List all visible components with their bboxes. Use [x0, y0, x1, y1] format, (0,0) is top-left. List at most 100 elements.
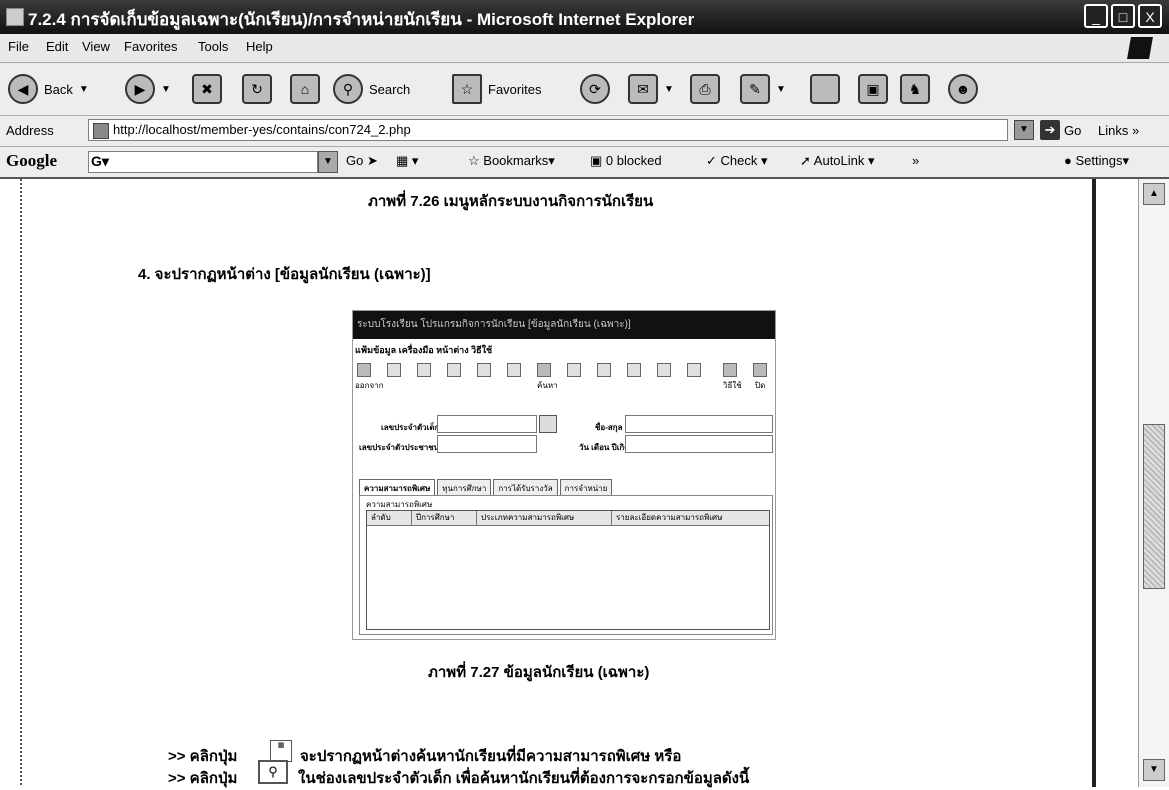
embedded-tab: ทุนการศึกษา	[437, 479, 492, 495]
embedded-toolbar-icon	[387, 363, 401, 377]
stop-icon: ✖	[192, 74, 222, 104]
google-go-button[interactable]: Go ➤	[346, 153, 378, 169]
forward-arrow-icon: ▶	[125, 74, 155, 104]
edit-button[interactable]: ✎ ▼	[740, 71, 786, 107]
google-dropdown-button[interactable]: ▼	[318, 151, 338, 173]
address-label: Address	[6, 123, 54, 138]
search-ability-button-icon: ▦	[270, 740, 292, 762]
minimize-button[interactable]: _	[1084, 4, 1108, 28]
research-icon: ▣	[858, 74, 888, 104]
embedded-help-icon	[723, 363, 737, 377]
favorites-button[interactable]: ☆ Favorites	[452, 71, 541, 107]
contacts-icon: ☻	[948, 74, 978, 104]
messenger-button[interactable]: ♞	[900, 71, 930, 107]
page-icon	[93, 123, 109, 139]
page-rank-icon[interactable]: ▦ ▾	[396, 153, 418, 169]
menu-edit[interactable]: Edit	[46, 39, 68, 54]
back-button[interactable]: ◀ Back ▼	[8, 71, 89, 107]
google-search-input[interactable]: G▾	[88, 151, 318, 173]
print-button[interactable]: ⎙	[690, 71, 720, 107]
history-button[interactable]: ⟳	[580, 71, 610, 107]
scroll-up-button[interactable]: ▲	[1143, 183, 1165, 205]
go-label: Go	[1064, 122, 1082, 138]
magnifier-button-icon: ⚲	[258, 760, 288, 784]
embedded-group-box: ความสามารถพิเศษ ลำดับ ปีการศึกษา ประเภทค…	[359, 495, 773, 635]
back-label: Back	[44, 81, 73, 97]
embedded-name-field	[625, 415, 773, 433]
chevron-down-icon: ▼	[776, 83, 786, 95]
autolink-button[interactable]: ➚ AutoLink ▾	[800, 153, 875, 169]
menu-help[interactable]: Help	[246, 39, 273, 54]
settings-label: Settings▾	[1075, 153, 1129, 168]
embedded-grid-column: ลำดับ	[367, 511, 412, 525]
google-go-label: Go	[346, 153, 364, 168]
history-icon: ⟳	[580, 74, 610, 104]
embedded-field-label: วัน เดือน ปีเกิด	[579, 443, 630, 452]
maximize-button[interactable]: □	[1111, 4, 1135, 28]
menu-tools[interactable]: Tools	[198, 39, 228, 54]
scroll-down-button[interactable]: ▼	[1143, 759, 1165, 781]
embedded-icon-label: ออกจาก	[355, 381, 384, 390]
embedded-toolbar-icon	[597, 363, 611, 377]
embedded-toolbar-icon	[687, 363, 701, 377]
home-icon: ⌂	[290, 74, 320, 104]
bookmarks-button[interactable]: ☆ Bookmarks▾	[468, 153, 555, 169]
embedded-search-button	[539, 415, 557, 433]
research-button[interactable]: ▣	[858, 71, 888, 107]
window-title: 7.2.4 การจัดเก็บข้อมูลเฉพาะ(นักเรียน)/กา…	[28, 10, 695, 29]
mail-button[interactable]: ✉ ▼	[628, 71, 674, 107]
print-icon: ⎙	[690, 74, 720, 104]
address-url: http://localhost/member-yes/contains/con…	[113, 122, 411, 137]
home-button[interactable]: ⌂	[290, 71, 320, 107]
embedded-toolbar-icon	[447, 363, 461, 377]
instruction-1-prefix: >> คลิกปุ่ม	[168, 748, 238, 765]
spell-check-button[interactable]: ✓ Check ▾	[706, 153, 768, 169]
popup-blocker-button[interactable]: ▣ 0 blocked	[590, 153, 662, 169]
discuss-button[interactable]	[810, 71, 840, 107]
refresh-button[interactable]: ↻	[242, 71, 272, 107]
scroll-thumb[interactable]	[1143, 424, 1165, 589]
star-icon: ☆	[452, 74, 482, 104]
forward-button[interactable]: ▶ ▼	[125, 71, 171, 107]
chevron-down-icon: ▼	[161, 83, 171, 95]
windows-logo-icon	[1127, 37, 1153, 59]
embedded-menu: แฟ้มข้อมูล เครื่องมือ หน้าต่าง วิธีใช้	[355, 345, 493, 355]
embedded-screenshot: ระบบโรงเรียน โปรแกรมกิจการนักเรียน [ข้อม…	[352, 310, 776, 640]
address-dropdown-button[interactable]: ▼	[1014, 120, 1034, 140]
instruction-2-text: ในช่องเลขประจำตัวเด็ก เพื่อค้นหานักเรียน…	[298, 770, 750, 787]
menu-view[interactable]: View	[82, 39, 110, 54]
vertical-scrollbar[interactable]: ▲ ▼	[1138, 179, 1169, 787]
embedded-citizen-id-field	[437, 435, 537, 453]
close-button[interactable]: X	[1138, 4, 1162, 28]
embedded-close-icon	[753, 363, 767, 377]
google-toolbar: Google G▾ ▼ Go ➤ ▦ ▾ ☆ Bookmarks▾ ▣ 0 bl…	[0, 147, 1169, 179]
links-label: Links	[1098, 123, 1129, 138]
mail-icon: ✉	[628, 74, 658, 104]
embedded-icon-label: วิธีใช้	[723, 381, 742, 390]
links-button[interactable]: Links »	[1098, 123, 1139, 138]
title-bar: 7.2.4 การจัดเก็บข้อมูลเฉพาะ(นักเรียน)/กา…	[0, 0, 1169, 34]
search-button[interactable]: ⚲ Search	[333, 71, 410, 107]
embedded-tab: การได้รับรางวัล	[493, 479, 558, 495]
embedded-grid-column: ประเภทความสามารถพิเศษ	[477, 511, 612, 525]
stop-button[interactable]: ✖	[192, 71, 222, 107]
embedded-exit-icon	[357, 363, 371, 377]
more-button[interactable]: »	[912, 153, 919, 168]
contacts-button[interactable]: ☻	[948, 71, 978, 107]
menu-bar: File Edit View Favorites Tools Help	[0, 34, 1169, 63]
standard-toolbar: ◀ Back ▼ ▶ ▼ ✖ ↻ ⌂ ⚲ Search ☆ Favorites …	[0, 63, 1169, 116]
go-button[interactable]: ➔ Go	[1040, 120, 1081, 140]
bookmarks-label: Bookmarks▾	[483, 153, 555, 168]
edit-icon: ✎	[740, 74, 770, 104]
menu-file[interactable]: File	[8, 39, 29, 54]
page-right-border	[1092, 179, 1096, 787]
back-arrow-icon: ◀	[8, 74, 38, 104]
embedded-tab: การจำหน่าย	[559, 479, 613, 495]
instruction-1-text: จะปรากฏหน้าต่างค้นหานักเรียนที่มีความสาม…	[300, 748, 682, 765]
settings-button[interactable]: ● Settings▾	[1064, 153, 1129, 169]
embedded-tab: ความสามารถพิเศษ	[359, 479, 436, 495]
address-input[interactable]: http://localhost/member-yes/contains/con…	[88, 119, 1008, 141]
search-icon: ⚲	[333, 74, 363, 104]
embedded-field-label: ชื่อ-สกุล	[595, 423, 623, 432]
menu-favorites[interactable]: Favorites	[124, 39, 177, 54]
